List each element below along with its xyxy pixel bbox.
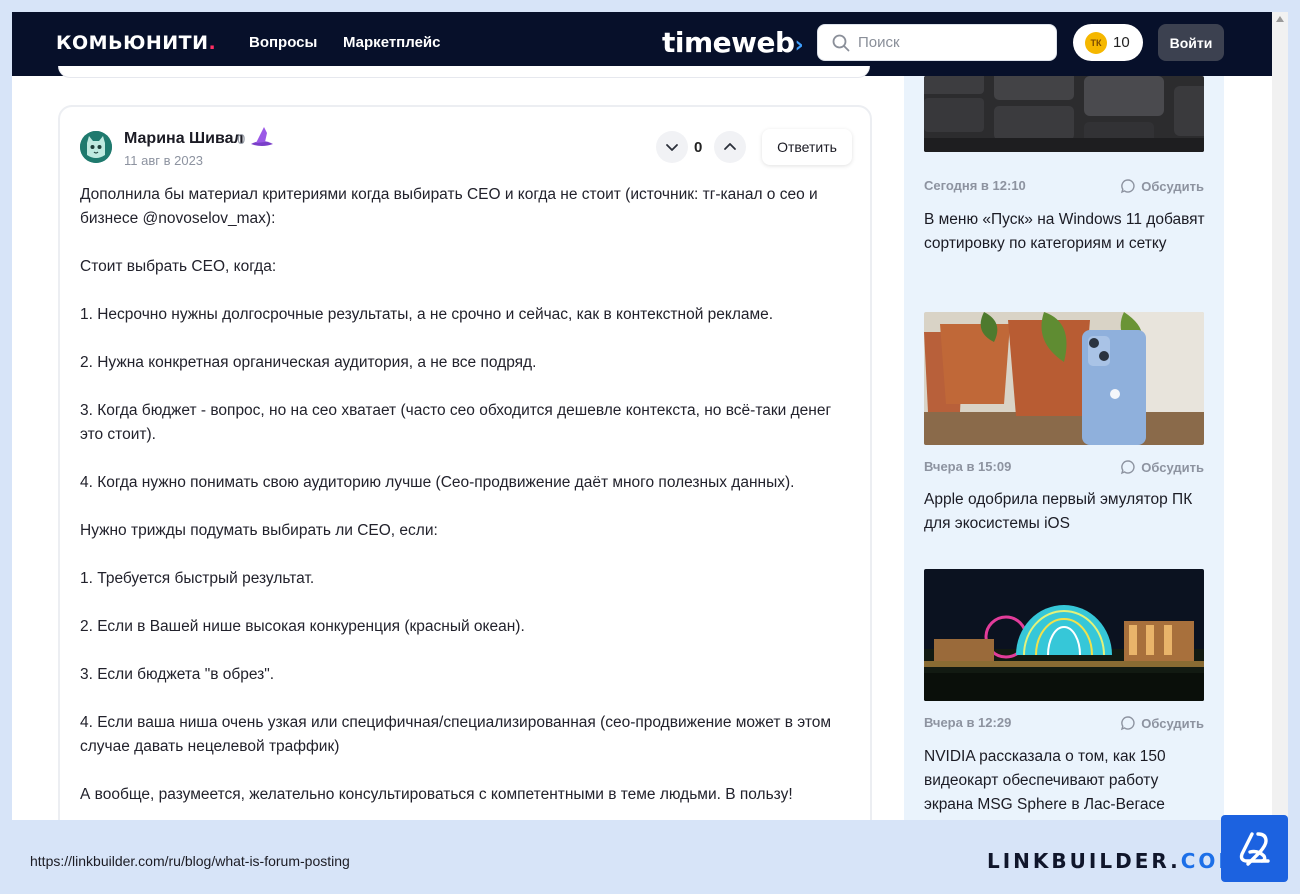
discuss-link[interactable]: Обсудить xyxy=(1120,178,1204,194)
news-image-iphone[interactable] xyxy=(924,312,1204,445)
las-vegas-sphere-photo xyxy=(924,569,1204,701)
logo-dot: . xyxy=(208,32,217,54)
comment-body: Дополнила бы материал критериями когда в… xyxy=(80,183,856,820)
vote-down-button[interactable] xyxy=(656,131,688,163)
comment-paragraph: 1. Требуется быстрый результат. xyxy=(80,570,315,587)
community-logo[interactable]: КОМЬЮНИТИ. xyxy=(56,32,216,54)
comment-paragraph: Нужно трижды подумать выбирать ли СЕО, е… xyxy=(80,522,438,539)
news-image-sphere[interactable] xyxy=(924,569,1204,701)
coin-badge-icon: ТК xyxy=(1085,31,1107,54)
community-logo-text: КОМЬЮНИТИ xyxy=(56,32,209,54)
comment-card: Марина Шивал 0 11 авг в 2023 0 Ответить … xyxy=(58,105,872,820)
news-time: Вчера в 12:29 xyxy=(924,715,1012,730)
wizard-hat-icon xyxy=(251,127,273,146)
linkbuilder-brand: LINKBUILDER.COM xyxy=(987,849,1241,873)
timeweb-logo-text: timeweb xyxy=(662,26,795,59)
nav-questions[interactable]: Вопросы xyxy=(249,34,317,51)
reply-button[interactable]: Ответить xyxy=(762,129,852,165)
iphone-plants-photo xyxy=(924,312,1204,445)
source-url: https://linkbuilder.com/ru/blog/what-is-… xyxy=(30,853,350,869)
comment-paragraph: А вообще, разумеется, желательно консуль… xyxy=(80,786,793,803)
search-box[interactable] xyxy=(817,24,1057,61)
comment-paragraph: 3. Когда бюджет - вопрос, но на сео хват… xyxy=(80,402,832,443)
comment-paragraph: 1. Несрочно нужны долгосрочные результат… xyxy=(80,306,774,323)
author-rating: 0 xyxy=(237,131,246,148)
coin-balance-value: 10 xyxy=(1113,34,1130,51)
vote-up-button[interactable] xyxy=(714,131,746,163)
search-icon xyxy=(832,34,850,51)
comment-date: 11 авг в 2023 xyxy=(124,153,204,168)
comment-paragraph: 4. Когда нужно понимать свою аудиторию л… xyxy=(80,474,795,491)
comment-bubble-icon xyxy=(1121,179,1135,194)
comment-bubble-icon xyxy=(1121,716,1135,731)
previous-comment-card-edge xyxy=(58,66,870,78)
news-title[interactable]: NVIDIA рассказала о том, как 150 видеока… xyxy=(924,745,1210,817)
news-time: Сегодня в 12:10 xyxy=(924,178,1026,193)
nav-marketplace[interactable]: Маркетплейс xyxy=(343,34,440,51)
comment-paragraph: 3. Если бюджета "в обрез". xyxy=(80,666,275,683)
comment-bubble-icon xyxy=(1121,460,1135,475)
comment-paragraph: 2. Если в Вашей нише высокая конкуренция… xyxy=(80,618,525,635)
cat-avatar-icon xyxy=(80,131,112,163)
coin-balance[interactable]: ТК 10 xyxy=(1073,24,1143,61)
scrollbar[interactable] xyxy=(1272,12,1288,820)
chevron-up-icon xyxy=(724,143,736,150)
discuss-link[interactable]: Обсудить xyxy=(1120,459,1204,475)
chevron-down-icon xyxy=(666,144,678,151)
login-button[interactable]: Войти xyxy=(1158,24,1224,61)
discuss-label: Обсудить xyxy=(1141,715,1204,731)
discuss-link[interactable]: Обсудить xyxy=(1120,715,1204,731)
linkbuilder-logo-icon xyxy=(1239,831,1270,866)
scroll-up-arrow-icon[interactable] xyxy=(1276,16,1284,22)
news-title[interactable]: Apple одобрила первый эмулятор ПК для эк… xyxy=(924,488,1210,536)
discuss-label: Обсудить xyxy=(1141,178,1204,194)
comment-paragraph: Дополнила бы материал критериями когда в… xyxy=(80,186,818,227)
comment-paragraph: Стоит выбрать СЕО, когда: xyxy=(80,258,277,275)
linkbuilder-logo xyxy=(1221,815,1288,882)
avatar[interactable] xyxy=(80,131,112,163)
news-sidebar: Сегодня в 12:10 Обсудить В меню «Пуск» н… xyxy=(904,76,1224,820)
keyboard-photo xyxy=(924,76,1204,152)
news-meta: Сегодня в 12:10 Обсудить xyxy=(924,178,1204,194)
comment-paragraph: 2. Нужна конкретная органическая аудитор… xyxy=(80,354,537,371)
comment-paragraph: 4. Если ваша ниша очень узкая или специф… xyxy=(80,714,832,755)
comment-author[interactable]: Марина Шивал xyxy=(124,130,244,148)
vote-count: 0 xyxy=(694,139,703,156)
brand-main: LINKBUILDER. xyxy=(987,849,1181,873)
timeweb-logo[interactable]: timeweb› xyxy=(662,26,804,59)
news-image-keyboard[interactable] xyxy=(924,76,1204,152)
timeweb-logo-chevron: › xyxy=(794,33,804,58)
browser-viewport: КОМЬЮНИТИ. Вопросы Маркетплейс timeweb› … xyxy=(12,12,1288,820)
news-meta: Вчера в 15:09 Обсудить xyxy=(924,459,1204,475)
news-meta: Вчера в 12:29 Обсудить xyxy=(924,715,1204,731)
news-time: Вчера в 15:09 xyxy=(924,459,1012,474)
search-input[interactable] xyxy=(858,34,1038,51)
discuss-label: Обсудить xyxy=(1141,459,1204,475)
news-title[interactable]: В меню «Пуск» на Windows 11 добавят сорт… xyxy=(924,208,1210,256)
